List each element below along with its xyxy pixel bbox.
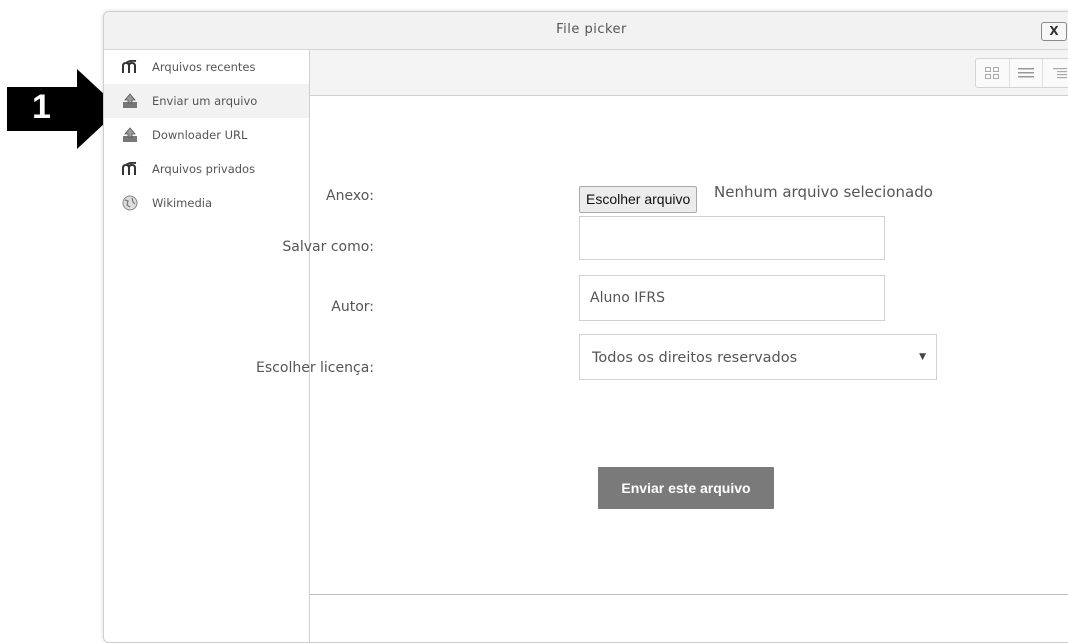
sidebar-item-label: Enviar um arquivo	[152, 94, 258, 108]
choose-file-button[interactable]: Escolher arquivo	[579, 186, 698, 213]
dialog-titlebar[interactable]: File picker X	[104, 12, 1068, 50]
author-label: Autor:	[331, 299, 374, 315]
license-selected-value: Todos os direitos reservados	[592, 350, 798, 366]
upload-submit-button[interactable]: Enviar este arquivo	[598, 467, 774, 509]
icons-view-button[interactable]	[976, 59, 1010, 87]
view-switcher	[975, 58, 1068, 88]
file-picker-dialog: File picker X Arquivos recentes Enviar u…	[103, 11, 1068, 643]
url-download-icon	[122, 127, 138, 143]
sidebar-item-label: Wikimedia	[152, 196, 212, 210]
dropdown-caret-icon: ▼	[919, 352, 926, 362]
save-as-input[interactable]	[579, 216, 885, 260]
tree-view-button[interactable]	[1043, 59, 1068, 87]
dialog-title: File picker	[556, 22, 627, 37]
license-select[interactable]: Todos os direitos reservados ▼	[579, 334, 937, 380]
sidebar-item-label: Arquivos privados	[152, 162, 256, 176]
repository-sidebar: Arquivos recentes Enviar um arquivo Down…	[104, 50, 309, 642]
license-label: Escolher licença:	[256, 360, 374, 376]
sidebar-item-label: Arquivos recentes	[152, 60, 256, 74]
file-status-text: Nenhum arquivo selecionado	[714, 183, 933, 201]
attachment-label: Anexo:	[326, 188, 374, 204]
moodle-logo-icon	[122, 59, 138, 75]
upload-form: Anexo: Escolher arquivo Nenhum arquivo s…	[256, 96, 1068, 595]
wikimedia-globe-icon	[122, 195, 138, 211]
close-button[interactable]: X	[1041, 22, 1067, 41]
save-as-label: Salvar como:	[282, 239, 374, 255]
sidebar-item-upload-file[interactable]: Enviar um arquivo	[104, 84, 309, 118]
annotation-label-1: 1	[32, 88, 51, 126]
upload-icon	[122, 93, 138, 109]
sidebar-item-url-downloader[interactable]: Downloader URL	[104, 118, 309, 152]
sidebar-item-private-files[interactable]: Arquivos privados	[104, 152, 309, 186]
list-view-button[interactable]	[1010, 59, 1044, 87]
author-input[interactable]: Aluno IFRS	[579, 275, 885, 321]
moodle-logo-icon	[122, 161, 138, 177]
sidebar-item-label: Downloader URL	[152, 128, 248, 142]
main-panel: Anexo: Escolher arquivo Nenhum arquivo s…	[256, 50, 1068, 642]
sidebar-item-wikimedia[interactable]: Wikimedia	[104, 186, 309, 220]
sidebar-item-recent-files[interactable]: Arquivos recentes	[104, 50, 309, 84]
view-toolbar	[310, 50, 1068, 96]
tree-view-icon	[1052, 64, 1067, 83]
list-view-icon	[1018, 64, 1034, 83]
icons-view-icon	[985, 64, 1000, 83]
